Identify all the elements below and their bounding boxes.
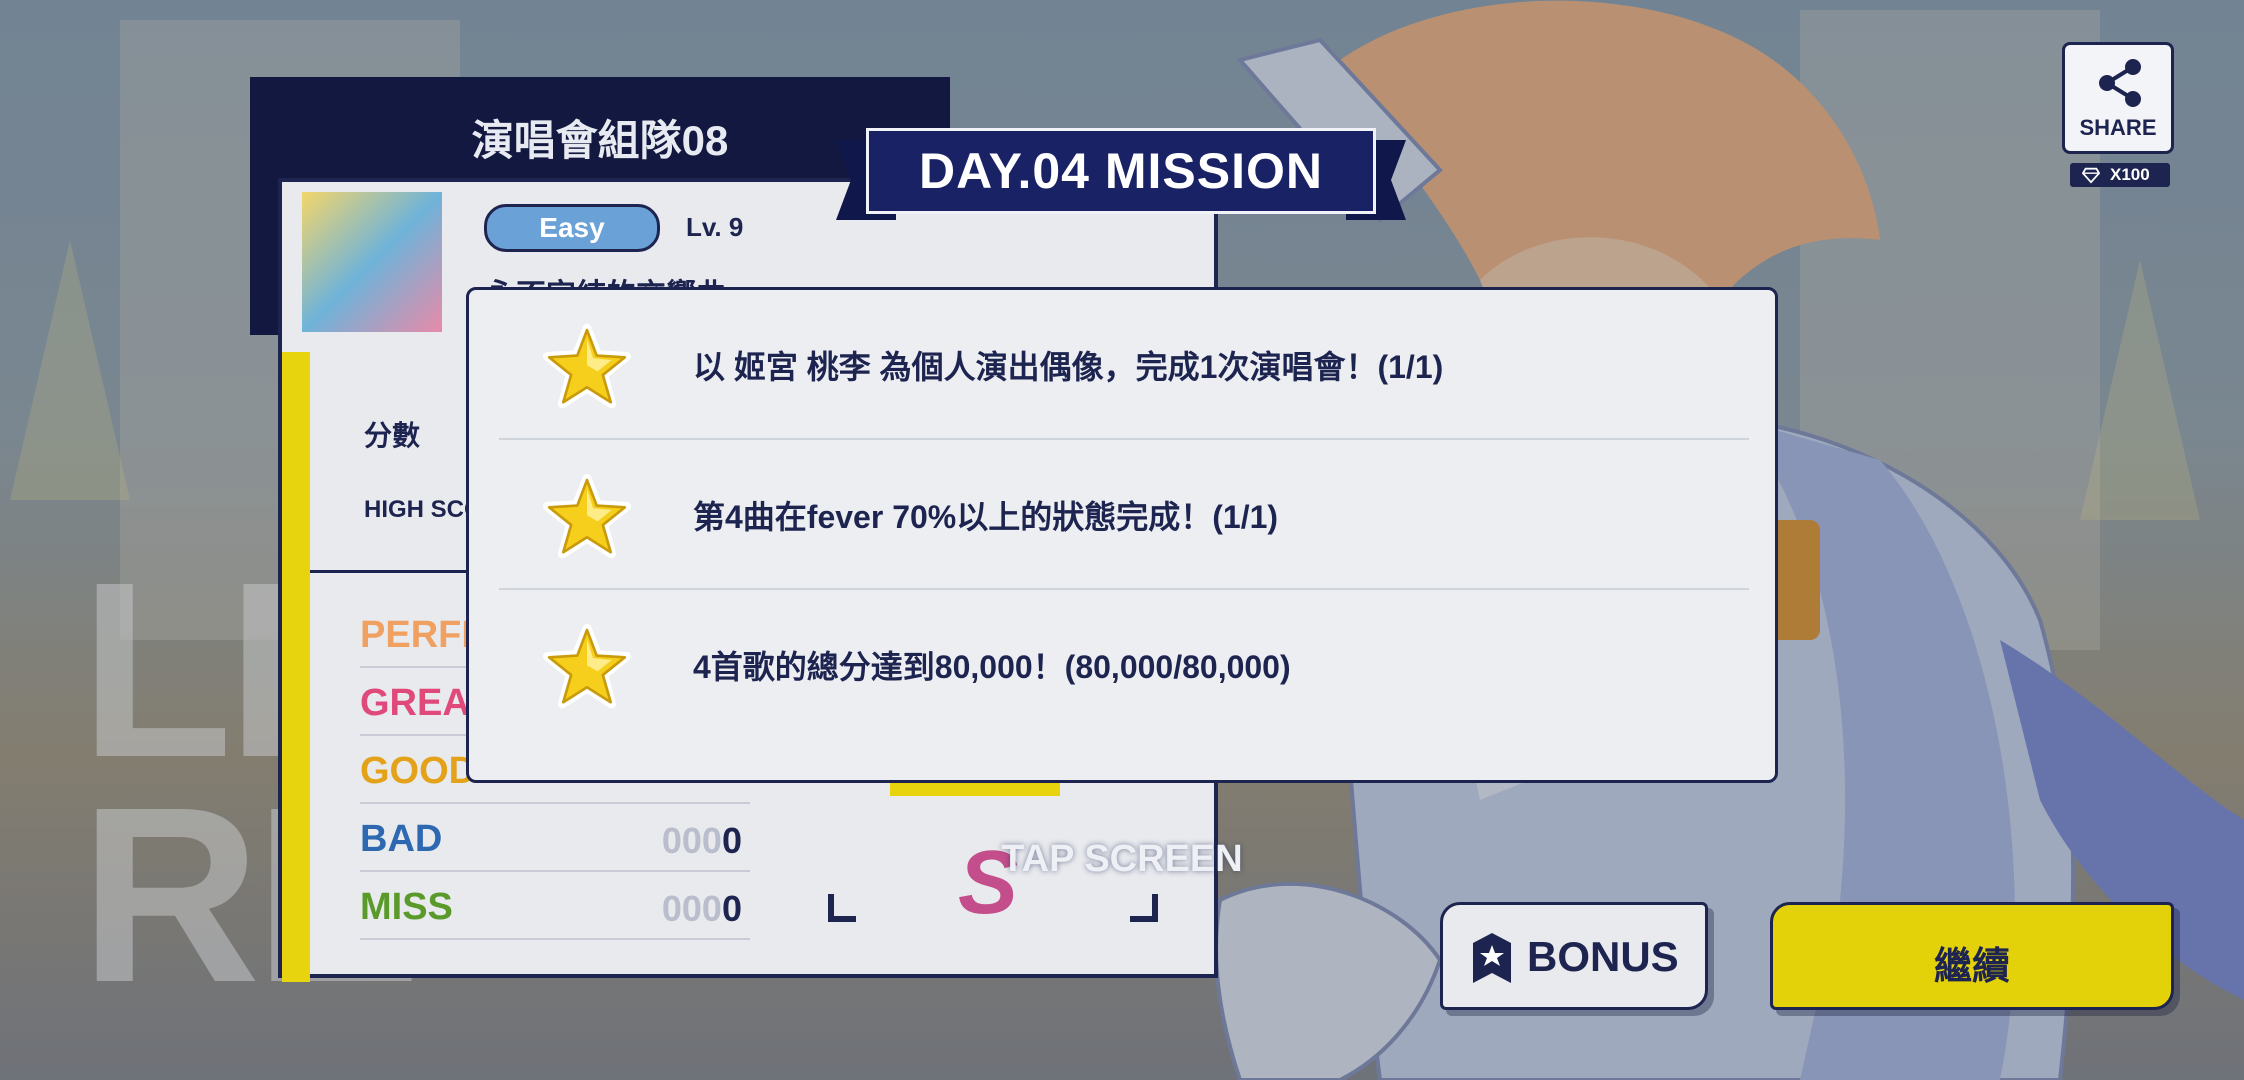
card-accent-strip xyxy=(282,352,310,982)
bonus-label: BONUS xyxy=(1527,933,1679,980)
judgement-value: 0000 xyxy=(662,888,742,930)
rank-frame-corner xyxy=(1130,894,1158,922)
difficulty-badge: Easy xyxy=(484,204,660,252)
mission-text: 以 姬宮 桃李 為個人演出偶像，完成1次演唱會！(1/1) xyxy=(693,349,1444,385)
score-label: 分數 xyxy=(364,420,421,451)
badge-star-icon xyxy=(1473,933,1511,983)
star-icon xyxy=(543,623,631,709)
song-level: Lv. 9 xyxy=(686,212,744,242)
mission-banner: DAY.04 MISSION xyxy=(836,128,1406,224)
star-icon xyxy=(543,323,631,409)
judgement-row-miss: MISS 0000 xyxy=(360,874,750,940)
share-reward-badge: X100 xyxy=(2070,163,2170,187)
mission-item: 第4曲在fever 70%以上的狀態完成！(1/1) xyxy=(499,440,1749,588)
song-jacket-image xyxy=(302,192,442,332)
mission-item: 以 姬宮 桃李 為個人演出偶像，完成1次演唱會！(1/1) xyxy=(499,290,1749,438)
share-reward-amount: X100 xyxy=(2110,165,2150,184)
mission-banner-title: DAY.04 MISSION xyxy=(866,128,1376,214)
share-label: SHARE xyxy=(2079,115,2157,140)
share-button[interactable]: SHARE xyxy=(2062,42,2174,154)
judgement-label: GOOD xyxy=(360,750,477,792)
mission-text: 4首歌的總分達到80,000！(80,000/80,000) xyxy=(693,649,1291,685)
share-icon xyxy=(2099,59,2141,107)
tap-screen-prompt[interactable]: TAP SCREEN xyxy=(0,838,2244,881)
continue-button[interactable]: 繼續 xyxy=(1770,902,2174,1010)
judgement-value-padding: 000 xyxy=(661,888,722,929)
mission-item: 4首歌的總分達到80,000！(80,000/80,000) xyxy=(499,590,1749,738)
star-icon xyxy=(543,473,631,559)
mission-dialog[interactable]: 以 姬宮 桃李 為個人演出偶像，完成1次演唱會！(1/1) 第4曲在fever … xyxy=(466,287,1778,783)
rank-frame-corner xyxy=(828,894,856,922)
bonus-button[interactable]: BONUS xyxy=(1440,902,1708,1010)
continue-label: 繼續 xyxy=(1933,946,2010,988)
mission-text: 第4曲在fever 70%以上的狀態完成！(1/1) xyxy=(693,499,1279,535)
diamond-icon xyxy=(2082,167,2100,184)
judgement-label: MISS xyxy=(360,886,453,928)
judgement-value-digit: 0 xyxy=(721,888,742,929)
